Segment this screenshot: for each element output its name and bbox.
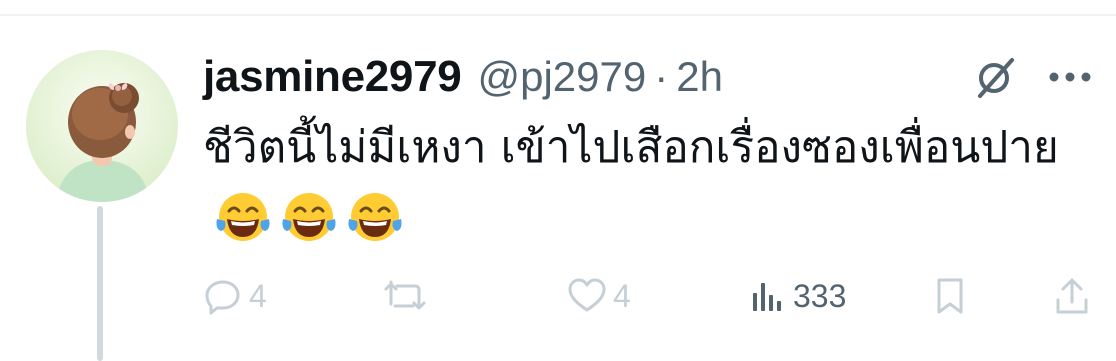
like-count: 4 [613,277,631,314]
avatar-illustration [26,50,178,202]
separator-dot: · [654,53,669,100]
face-with-tears-of-joy-emoji [282,193,336,241]
face-with-tears-of-joy-emoji [216,193,270,241]
more-icon[interactable] [1044,48,1096,106]
like-button[interactable]: 4 [567,270,631,322]
bookmark-button[interactable] [935,270,965,322]
reply-button[interactable]: 4 [203,270,267,322]
face-with-tears-of-joy-emoji [348,193,402,241]
top-divider [0,14,1116,16]
thread-line [97,206,103,361]
views-button[interactable]: 333 [751,270,846,322]
display-name[interactable]: jasmine2979 [203,52,462,102]
share-icon [1056,278,1088,314]
tweet-text: ชีวิตนี้ไม่มีเหงา เข้าไปเสือกเรื่องซองเพ… [203,114,1063,250]
retweet-icon [384,280,426,310]
share-button[interactable] [1055,270,1089,322]
like-icon [568,278,606,312]
reply-count: 4 [249,277,267,314]
timestamp[interactable]: 2h [676,53,723,101]
avatar[interactable] [26,50,178,202]
tweet-body: ชีวิตนี้ไม่มีเหงา เข้าไปเสือกเรื่องซองเพ… [203,122,1059,173]
views-count: 333 [793,277,847,314]
retweet-button[interactable] [383,270,433,322]
views-icon [753,283,781,311]
action-bar: 4 4 333 [203,270,1093,322]
grok-icon[interactable] [968,48,1022,106]
reply-icon [205,280,240,315]
tweet-header: jasmine2979 @pj2979 · 2h [203,48,723,106]
user-handle[interactable]: @pj2979 [477,53,646,101]
bookmark-icon [937,278,963,314]
emoji-row [213,191,405,245]
